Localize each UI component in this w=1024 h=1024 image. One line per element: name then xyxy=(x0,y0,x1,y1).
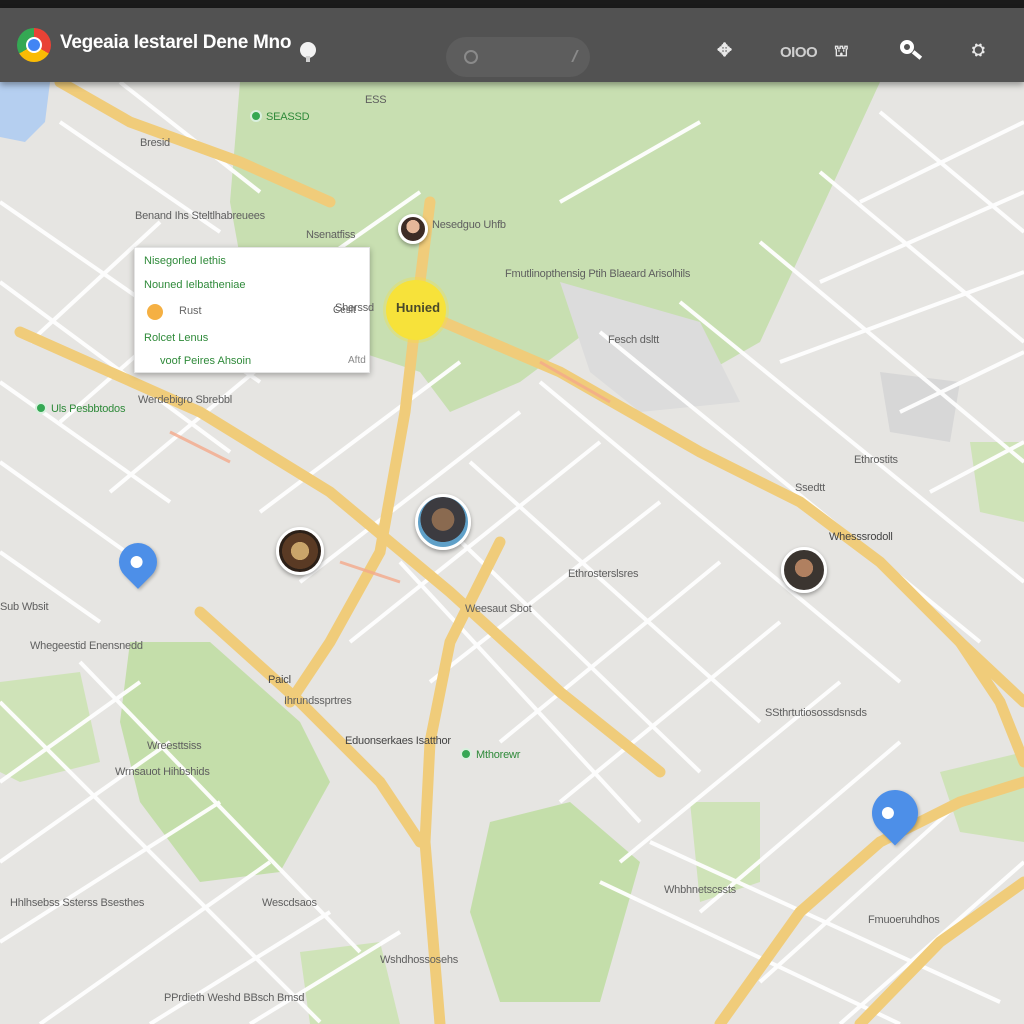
poi-label[interactable]: SEASSD xyxy=(250,110,310,123)
map-label: Whbhnetscssts xyxy=(664,884,736,896)
map-label: Paicl xyxy=(268,674,291,686)
place-photo-marker[interactable] xyxy=(276,527,324,575)
mode-label[interactable]: OIOO xyxy=(780,44,818,61)
map-app-window: Vegeaia Iestarel Dene Mno ✥ OIOO ⛫ ⛭ Nis… xyxy=(0,0,1024,1024)
account-icon[interactable]: ⛭ xyxy=(972,42,985,60)
poi-label[interactable]: Uls Pesbbtodos xyxy=(35,402,125,415)
map-label: Sherssd xyxy=(335,302,374,314)
map-label: Ssedtt xyxy=(795,482,825,494)
search-box[interactable] xyxy=(446,37,590,77)
card-row-detail: Rust xyxy=(179,305,202,317)
map-label: Weesaut Sbot xyxy=(465,603,532,615)
app-title: Vegeaia Iestarel Dene Mno xyxy=(60,32,292,53)
card-row-link[interactable]: Rolcet Lenus xyxy=(144,332,208,344)
user-avatar-marker[interactable] xyxy=(415,494,471,550)
map-label: ESS xyxy=(365,94,387,106)
map-label: Whesssrodoll xyxy=(829,531,893,543)
water-area xyxy=(0,82,50,142)
map-label: Wrnsauot Hihbshids xyxy=(115,766,210,778)
map-label: Wshdhossosehs xyxy=(380,954,459,966)
map-label: Benand Ihs Steltlhabreuees xyxy=(135,210,265,222)
map-label: Wreesttsiss xyxy=(147,740,202,752)
search-icon xyxy=(464,50,478,64)
map-label: Whegeestid Enensnedd xyxy=(30,640,143,652)
poi-label[interactable]: Mthorewr xyxy=(460,748,520,761)
map-label: Sub Wbsit xyxy=(0,601,49,613)
map-label: Eduonserkaes Isatthor xyxy=(345,735,451,747)
card-row-subtitle[interactable]: Nouned Ielbatheniae xyxy=(144,279,246,291)
map-label: Bresid xyxy=(140,137,170,149)
map-app-logo-icon[interactable] xyxy=(17,28,51,62)
poi-icon xyxy=(460,748,472,760)
map-label: Fesch dsltt xyxy=(608,334,659,346)
map-label: Ethrosterslsres xyxy=(568,568,639,580)
map-label: Werdebigro Sbrebbl xyxy=(138,394,233,406)
poi-icon xyxy=(250,110,262,122)
transit-icon[interactable]: ⛫ xyxy=(834,42,849,62)
map-label: Nsenatfiss xyxy=(306,229,356,241)
lightbulb-icon[interactable] xyxy=(300,42,316,62)
map-label: Hhlhsebss Ssterss Bsesthes xyxy=(10,897,145,909)
map-label: PPrdieth Weshd BBsch Bmsd xyxy=(164,992,305,1004)
highlight-label: Hunied xyxy=(396,300,441,315)
card-row-footer[interactable]: voof Peires Ahsoin xyxy=(160,355,251,367)
park-area xyxy=(0,672,100,782)
top-toolbar: Vegeaia Iestarel Dene Mno ✥ OIOO ⛫ ⛭ xyxy=(0,8,1024,82)
puzzle-icon[interactable]: ✥ xyxy=(717,40,732,61)
weather-icon xyxy=(147,304,163,320)
text-cursor-icon xyxy=(563,50,579,62)
block-area xyxy=(880,372,960,442)
map-label: Ethrostits xyxy=(854,454,898,466)
map-canvas[interactable]: Nisegorled Iethis Nouned Ielbatheniae Ru… xyxy=(0,82,1024,1024)
map-label: Fmutlinopthensig Ptih Blaeard Arisolhils xyxy=(505,268,691,280)
card-row-title[interactable]: Nisegorled Iethis xyxy=(144,255,226,267)
search-button[interactable] xyxy=(898,40,923,60)
map-label: Nesedguo Uhfb xyxy=(432,219,506,231)
map-label: SSthrtutiosossdsnsds xyxy=(765,707,867,719)
map-label: Wescdsaos xyxy=(262,897,317,909)
poi-icon xyxy=(35,402,47,414)
user-avatar-marker[interactable] xyxy=(398,214,428,244)
park-area xyxy=(470,802,640,1002)
map-label: Ihrundssprtres xyxy=(284,695,352,707)
card-row-footer-value: Aftd xyxy=(348,355,366,366)
user-avatar-marker[interactable] xyxy=(781,547,827,593)
map-label: Fmuoeruhdhos xyxy=(868,914,940,926)
